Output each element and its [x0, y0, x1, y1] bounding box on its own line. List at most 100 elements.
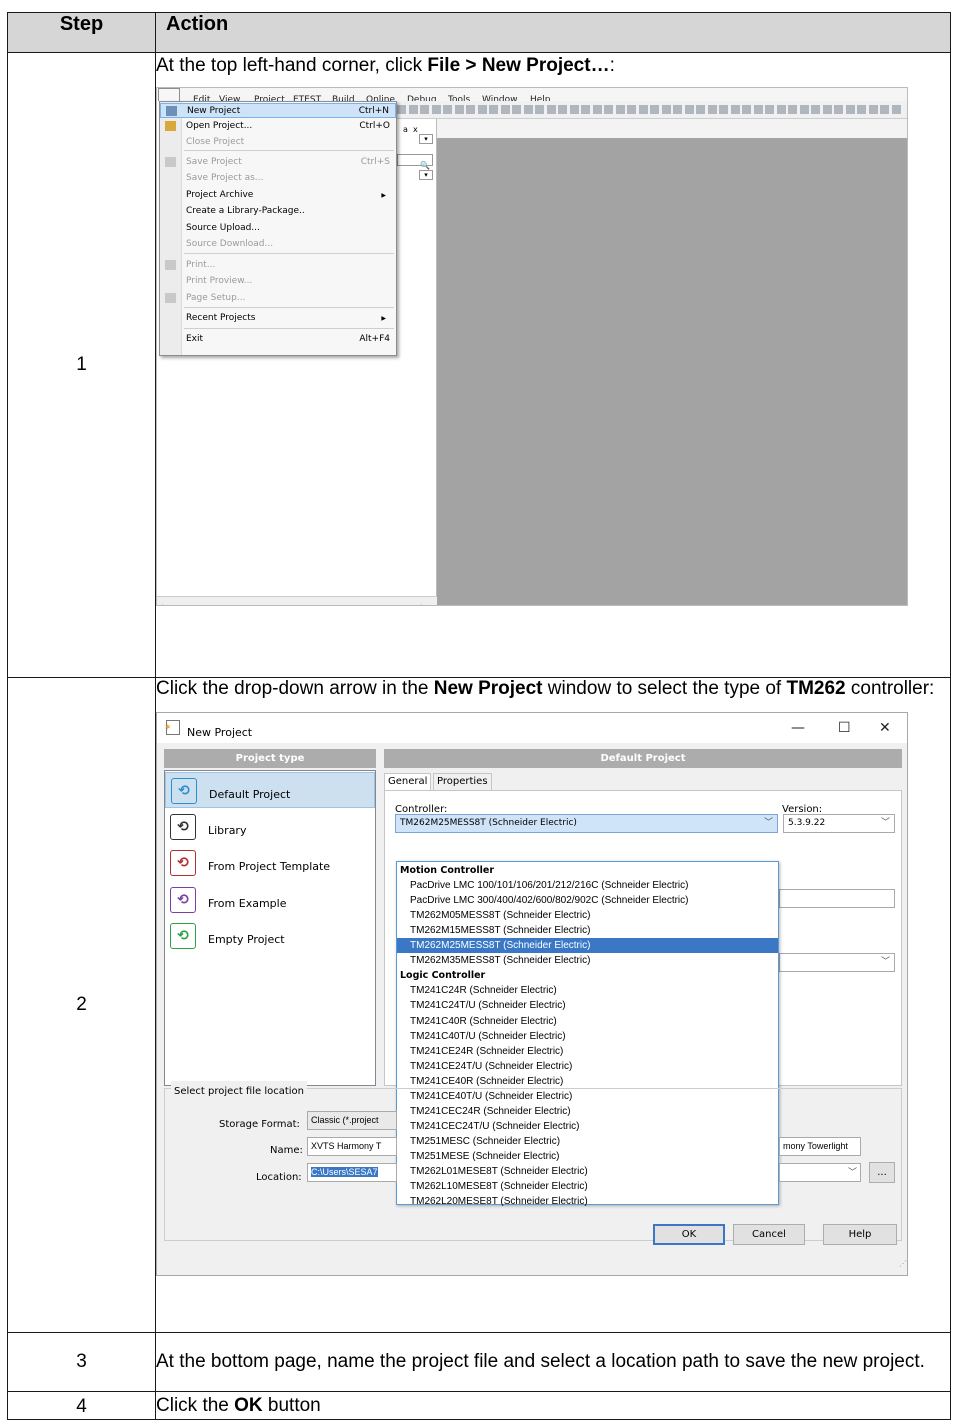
project-type-library[interactable]: ⟲ Library [165, 809, 375, 845]
toolbar-button-icon[interactable] [512, 105, 521, 114]
project-type-default-project[interactable]: ⟲ Default Project [165, 772, 375, 808]
scroll-right-icon[interactable]: › [420, 596, 424, 605]
toolbar-button-icon[interactable] [845, 105, 855, 114]
toolbar-button-icon[interactable] [788, 105, 797, 114]
toolbar-button-icon[interactable] [466, 105, 475, 114]
tab-properties[interactable]: Properties [433, 773, 492, 791]
dropdown-option[interactable]: PacDrive LMC 300/400/402/600/802/902C (S… [397, 893, 778, 908]
menu-item-exit[interactable]: Exit Alt+F4 [160, 332, 396, 347]
toolbar-button-icon[interactable] [569, 105, 579, 114]
scroll-left-icon[interactable]: ‹ [160, 596, 164, 605]
storage-format-field[interactable]: Classic (*.project [307, 1111, 397, 1130]
toolbar-button-icon[interactable] [661, 105, 671, 114]
toolbar-button-icon[interactable] [546, 105, 556, 114]
menu-item-page-setup[interactable]: Page Setup... [160, 291, 396, 306]
toolbar-button-icon[interactable] [719, 105, 728, 114]
toolbar-button-icon[interactable] [834, 105, 843, 114]
toolbar-button-icon[interactable] [627, 105, 636, 114]
toolbar-button-icon[interactable] [730, 105, 740, 114]
toolbar-button-icon[interactable] [638, 105, 648, 114]
toolbar-button-icon[interactable] [420, 105, 429, 114]
name-field[interactable]: XVTS Harmony T [307, 1137, 397, 1156]
cancel-button[interactable]: Cancel [733, 1224, 805, 1245]
toolbar-button-icon[interactable] [454, 105, 464, 114]
chevron-down-icon[interactable]: ﹀ [881, 815, 890, 832]
dropdown-option[interactable]: TM241C40T/U (Schneider Electric) [397, 1029, 778, 1044]
search-input[interactable]: 🔍 [397, 154, 433, 170]
toolbar-button-icon[interactable] [765, 105, 774, 114]
toolbar-button-icon[interactable] [477, 105, 487, 114]
project-type-from-project-template[interactable]: ⟲ From Project Template [165, 845, 375, 881]
dropdown-option[interactable]: TM241C24T/U (Schneider Electric) [397, 998, 778, 1013]
toolbar-button-icon[interactable] [592, 105, 602, 114]
toolbar-button-icon[interactable] [684, 105, 694, 114]
toolbar-button-icon[interactable] [696, 105, 705, 114]
toolbar-button-icon[interactable] [408, 105, 418, 114]
chevron-down-icon[interactable]: ▾ [419, 170, 433, 180]
chevron-down-icon[interactable]: ﹀ [764, 815, 773, 832]
dropdown-option[interactable]: PacDrive LMC 100/101/106/201/212/216C (S… [397, 878, 778, 893]
chevron-down-icon[interactable]: ﹀ [881, 954, 890, 971]
version-dropdown[interactable]: 5.3.9.22 ﹀ [783, 814, 895, 833]
toolbar-button-icon[interactable] [811, 105, 820, 114]
menu-item-print[interactable]: Print... [160, 258, 396, 273]
toolbar-button-icon[interactable] [822, 105, 832, 114]
menu-item-save-project[interactable]: Save Project Ctrl+S [160, 155, 396, 170]
help-button[interactable]: Help [823, 1224, 897, 1245]
pane-pin-close-icon[interactable]: a x [403, 119, 418, 141]
toolbar-button-icon[interactable] [742, 105, 751, 114]
controller-dropdown[interactable]: TM262M25MESS8T (Schneider Electric) ﹀ [395, 814, 778, 833]
ok-button[interactable]: OK [653, 1224, 725, 1245]
chevron-down-icon[interactable]: ﹀ [848, 1164, 857, 1181]
hidden-field[interactable] [779, 889, 895, 908]
toolbar-button-icon[interactable] [880, 105, 889, 114]
horizontal-scrollbar[interactable]: ‹ › [157, 596, 437, 605]
toolbar-button-icon[interactable] [891, 105, 901, 114]
dropdown-option[interactable]: TM241C24R (Schneider Electric) [397, 983, 778, 998]
menu-item-project-archive[interactable]: Project Archive ▶ [160, 188, 396, 203]
browse-button[interactable]: ... [869, 1162, 895, 1183]
name-field-right[interactable]: mony Towerlight [779, 1137, 861, 1156]
dropdown-option[interactable]: TM262M35MESS8T (Schneider Electric) [397, 953, 778, 968]
toolbar-button-icon[interactable] [615, 105, 625, 114]
toolbar-button-icon[interactable] [857, 105, 866, 114]
project-type-from-example[interactable]: ⟲ From Example [165, 882, 375, 918]
menu-item-source-download[interactable]: Source Download... [160, 237, 396, 252]
toolbar-button-icon[interactable] [431, 105, 441, 114]
toolbar-button-icon[interactable] [868, 105, 878, 114]
dropdown-option[interactable]: TM241CE40R (Schneider Electric) [397, 1074, 778, 1089]
file-menu-tab[interactable] [158, 88, 180, 101]
toolbar-button-icon[interactable] [604, 105, 613, 114]
chevron-down-icon[interactable]: ▾ [419, 134, 433, 144]
toolbar-button-icon[interactable] [776, 105, 786, 114]
toolbar-button-icon[interactable] [673, 105, 682, 114]
dropdown-option[interactable]: TM241C40R (Schneider Electric) [397, 1014, 778, 1029]
toolbar-button-icon[interactable] [489, 105, 498, 114]
toolbar-button-icon[interactable] [500, 105, 510, 114]
hidden-dropdown[interactable]: ﹀ [779, 953, 895, 972]
location-field-right[interactable]: ﹀ [779, 1163, 861, 1182]
dropdown-option[interactable]: TM262M05MESS8T (Schneider Electric) [397, 908, 778, 923]
toolbar-button-icon[interactable] [753, 105, 763, 114]
resize-grip-icon[interactable]: ⋰ [899, 1253, 907, 1275]
toolbar-button-icon[interactable] [799, 105, 809, 114]
maximize-icon[interactable]: ☐ [838, 717, 851, 739]
dropdown-option[interactable]: TM241CE24R (Schneider Electric) [397, 1044, 778, 1059]
menu-item-print-proview[interactable]: Print Proview... [160, 274, 396, 289]
toolbar-button-icon[interactable] [443, 105, 452, 114]
menu-item-open-project[interactable]: Open Project... Ctrl+O [160, 119, 396, 134]
minimize-icon[interactable]: — [791, 717, 805, 739]
menu-item-new-project[interactable]: New Project Ctrl+N [160, 103, 396, 118]
menu-item-close-project[interactable]: Close Project [160, 135, 396, 150]
menu-item-create-a-library-package[interactable]: Create a Library-Package.. [160, 204, 396, 219]
dropdown-option[interactable]: TM262M15MESS8T (Schneider Electric) [397, 923, 778, 938]
menu-item-source-upload[interactable]: Source Upload... [160, 221, 396, 236]
toolbar-button-icon[interactable] [581, 105, 590, 114]
toolbar-button-icon[interactable] [707, 105, 717, 114]
toolbar-button-icon[interactable] [650, 105, 659, 114]
toolbar-button-icon[interactable] [535, 105, 544, 114]
location-field[interactable]: C:\Users\SESA7 [307, 1163, 397, 1182]
dropdown-option[interactable]: TM262M25MESS8T (Schneider Electric) [397, 938, 778, 954]
toolbar-button-icon[interactable] [558, 105, 567, 114]
dropdown-option[interactable]: TM241CE24T/U (Schneider Electric) [397, 1059, 778, 1074]
